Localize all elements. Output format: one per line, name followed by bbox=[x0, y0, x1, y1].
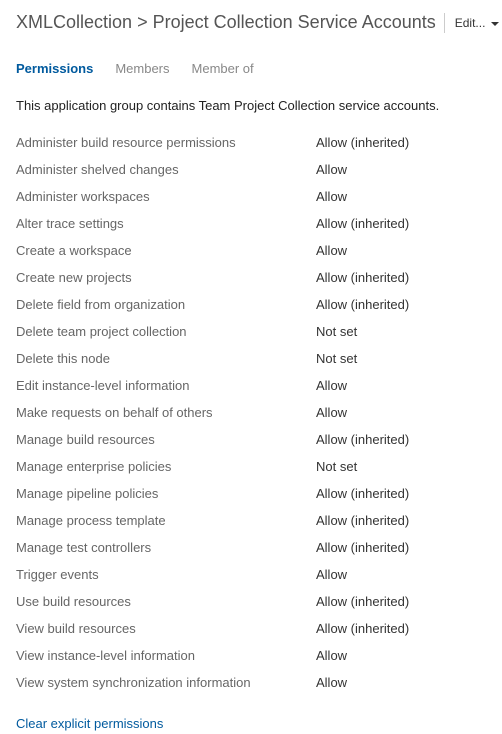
permission-value[interactable]: Allow (inherited) bbox=[316, 486, 409, 501]
permission-label: Manage test controllers bbox=[16, 540, 316, 555]
group-description: This application group contains Team Pro… bbox=[16, 98, 486, 113]
permission-row[interactable]: Create new projectsAllow (inherited) bbox=[16, 264, 486, 291]
permission-label: Use build resources bbox=[16, 594, 316, 609]
permission-value[interactable]: Allow (inherited) bbox=[316, 621, 409, 636]
permission-value[interactable]: Allow bbox=[316, 243, 347, 258]
permission-value[interactable]: Allow (inherited) bbox=[316, 270, 409, 285]
permission-row[interactable]: Trigger eventsAllow bbox=[16, 561, 486, 588]
permission-row[interactable]: Administer build resource permissionsAll… bbox=[16, 129, 486, 156]
tabs: Permissions Members Member of bbox=[16, 61, 486, 76]
chevron-down-icon bbox=[491, 15, 499, 30]
permission-row[interactable]: Manage build resourcesAllow (inherited) bbox=[16, 426, 486, 453]
permission-row[interactable]: Manage test controllersAllow (inherited) bbox=[16, 534, 486, 561]
permission-value[interactable]: Allow bbox=[316, 648, 347, 663]
permission-value[interactable]: Allow bbox=[316, 405, 347, 420]
permission-label: Make requests on behalf of others bbox=[16, 405, 316, 420]
permission-label: Manage build resources bbox=[16, 432, 316, 447]
permission-label: Create new projects bbox=[16, 270, 316, 285]
tab-members[interactable]: Members bbox=[115, 61, 169, 76]
permission-label: Administer build resource permissions bbox=[16, 135, 316, 150]
permission-label: View build resources bbox=[16, 621, 316, 636]
permission-row[interactable]: Manage process templateAllow (inherited) bbox=[16, 507, 486, 534]
permission-row[interactable]: Delete field from organizationAllow (inh… bbox=[16, 291, 486, 318]
permission-label: Manage enterprise policies bbox=[16, 459, 316, 474]
permissions-list: Administer build resource permissionsAll… bbox=[16, 129, 486, 696]
clear-explicit-permissions-link[interactable]: Clear explicit permissions bbox=[16, 716, 163, 731]
edit-label: Edit... bbox=[455, 16, 486, 30]
permission-row[interactable]: Manage pipeline policiesAllow (inherited… bbox=[16, 480, 486, 507]
breadcrumb-separator: > bbox=[137, 12, 148, 32]
permission-row[interactable]: Make requests on behalf of othersAllow bbox=[16, 399, 486, 426]
permission-value[interactable]: Not set bbox=[316, 459, 357, 474]
permission-label: View system synchronization information bbox=[16, 675, 316, 690]
permission-row[interactable]: View instance-level informationAllow bbox=[16, 642, 486, 669]
permission-row[interactable]: Administer workspacesAllow bbox=[16, 183, 486, 210]
permission-row[interactable]: View system synchronization informationA… bbox=[16, 669, 486, 696]
permission-value[interactable]: Allow (inherited) bbox=[316, 135, 409, 150]
permission-value[interactable]: Allow (inherited) bbox=[316, 297, 409, 312]
permission-row[interactable]: Use build resourcesAllow (inherited) bbox=[16, 588, 486, 615]
permission-value[interactable]: Allow (inherited) bbox=[316, 432, 409, 447]
permission-label: Administer workspaces bbox=[16, 189, 316, 204]
permission-value[interactable]: Allow (inherited) bbox=[316, 540, 409, 555]
permission-row[interactable]: View build resourcesAllow (inherited) bbox=[16, 615, 486, 642]
edit-dropdown[interactable]: Edit... bbox=[444, 13, 500, 33]
permission-label: Trigger events bbox=[16, 567, 316, 582]
permission-value[interactable]: Not set bbox=[316, 324, 357, 339]
permission-row[interactable]: Alter trace settingsAllow (inherited) bbox=[16, 210, 486, 237]
permission-value[interactable]: Allow bbox=[316, 567, 347, 582]
permission-label: View instance-level information bbox=[16, 648, 316, 663]
permission-row[interactable]: Delete team project collectionNot set bbox=[16, 318, 486, 345]
permission-label: Delete this node bbox=[16, 351, 316, 366]
permission-label: Manage pipeline policies bbox=[16, 486, 316, 501]
breadcrumb-collection[interactable]: XMLCollection bbox=[16, 12, 132, 32]
permission-label: Edit instance-level information bbox=[16, 378, 316, 393]
permission-label: Administer shelved changes bbox=[16, 162, 316, 177]
permission-value[interactable]: Allow (inherited) bbox=[316, 216, 409, 231]
permission-row[interactable]: Create a workspaceAllow bbox=[16, 237, 486, 264]
permission-label: Delete team project collection bbox=[16, 324, 316, 339]
permission-label: Delete field from organization bbox=[16, 297, 316, 312]
permission-label: Alter trace settings bbox=[16, 216, 316, 231]
tab-member-of[interactable]: Member of bbox=[192, 61, 254, 76]
permission-row[interactable]: Edit instance-level informationAllow bbox=[16, 372, 486, 399]
tab-permissions[interactable]: Permissions bbox=[16, 61, 93, 76]
permission-row[interactable]: Manage enterprise policiesNot set bbox=[16, 453, 486, 480]
permission-value[interactable]: Allow bbox=[316, 189, 347, 204]
permission-value[interactable]: Allow (inherited) bbox=[316, 513, 409, 528]
permission-label: Create a workspace bbox=[16, 243, 316, 258]
permission-row[interactable]: Delete this nodeNot set bbox=[16, 345, 486, 372]
permission-value[interactable]: Not set bbox=[316, 351, 357, 366]
header: XMLCollection > Project Collection Servi… bbox=[16, 12, 486, 33]
breadcrumb: XMLCollection > Project Collection Servi… bbox=[16, 12, 436, 33]
permission-row[interactable]: Administer shelved changesAllow bbox=[16, 156, 486, 183]
permission-value[interactable]: Allow (inherited) bbox=[316, 594, 409, 609]
breadcrumb-group: Project Collection Service Accounts bbox=[153, 12, 436, 32]
permission-label: Manage process template bbox=[16, 513, 316, 528]
permission-value[interactable]: Allow bbox=[316, 675, 347, 690]
permission-value[interactable]: Allow bbox=[316, 162, 347, 177]
permission-value[interactable]: Allow bbox=[316, 378, 347, 393]
